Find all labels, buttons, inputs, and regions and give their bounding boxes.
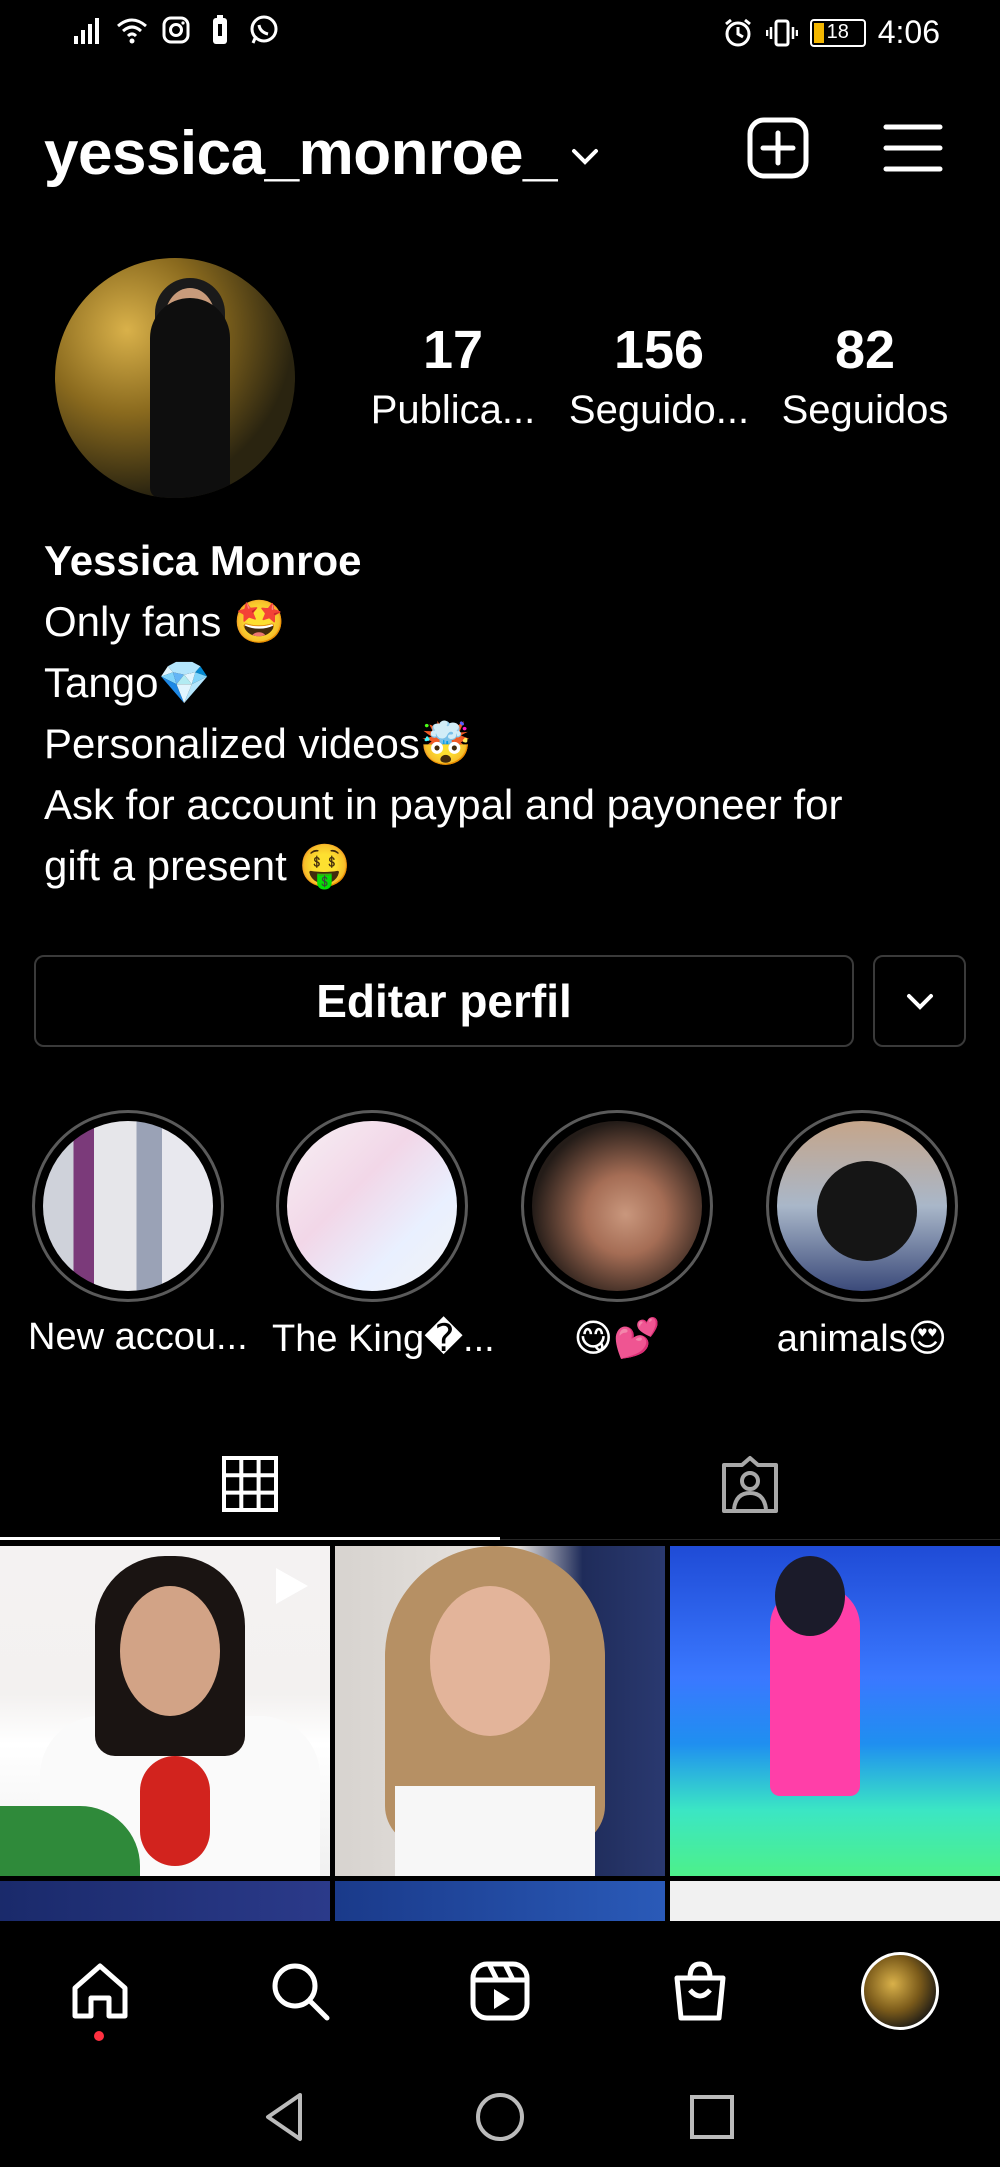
- post-thumbnail[interactable]: [670, 1881, 1000, 1921]
- hamburger-menu-icon[interactable]: [880, 115, 946, 181]
- post-thumbnail[interactable]: [335, 1881, 665, 1921]
- grid-icon: [222, 1455, 278, 1512]
- nav-search[interactable]: [260, 1951, 340, 2031]
- nav-shop[interactable]: [660, 1951, 740, 2031]
- story-highlight[interactable]: animals😍: [762, 1110, 962, 1361]
- tagged-person-icon: [722, 1456, 778, 1513]
- profile-tabs: [0, 1430, 1000, 1540]
- stat-posts[interactable]: 17 Publica...: [350, 318, 556, 438]
- shop-icon: [674, 1961, 726, 2021]
- back-icon[interactable]: [258, 2089, 314, 2145]
- reels-icon: [470, 1961, 530, 2021]
- bio-line: Ask for account in paypal and payoneer f…: [44, 781, 843, 828]
- followers-label: Seguido...: [568, 388, 750, 432]
- post-thumbnail[interactable]: [0, 1546, 330, 1876]
- highlight-label: The King�...: [272, 1318, 495, 1360]
- display-name: Yessica Monroe: [44, 537, 362, 584]
- posts-label: Publica...: [370, 388, 536, 432]
- search-icon: [272, 1963, 330, 2021]
- following-label: Seguidos: [781, 388, 949, 432]
- nav-reels[interactable]: [460, 1951, 540, 2031]
- vibrate-icon: [765, 19, 798, 46]
- story-highlight[interactable]: New accou...: [28, 1110, 248, 1359]
- home-circle-icon[interactable]: [472, 2089, 528, 2145]
- post-thumbnail[interactable]: [670, 1546, 1000, 1876]
- highlight-label: New accou...: [28, 1316, 248, 1358]
- chevron-down-icon: [906, 994, 933, 1010]
- tab-posts-grid[interactable]: [0, 1430, 500, 1540]
- status-icons-left: [72, 14, 280, 46]
- recent-apps-icon[interactable]: [684, 2089, 740, 2145]
- whatsapp-icon: [250, 15, 278, 44]
- post-thumbnail[interactable]: [335, 1546, 665, 1876]
- highlight-cover: [777, 1121, 947, 1291]
- highlight-label: animals😍: [776, 1318, 948, 1360]
- highlight-cover: [43, 1121, 213, 1291]
- nav-home[interactable]: [60, 1951, 140, 2031]
- tab-tagged[interactable]: [500, 1430, 1000, 1540]
- system-navigation-bar: [0, 2059, 1000, 2167]
- edit-profile-button[interactable]: Editar perfil: [34, 955, 854, 1047]
- profile-stats: 17 Publica... 156 Seguido... 82 Seguidos: [350, 318, 970, 438]
- create-post-button[interactable]: [745, 115, 811, 181]
- bio-line: gift a present 🤑: [44, 842, 351, 889]
- instagram-icon: [162, 16, 190, 44]
- post-thumbnail[interactable]: [0, 1881, 330, 1921]
- bottom-navigation: [0, 1921, 1000, 2059]
- profile-header: yessica_monroe_: [0, 100, 1000, 200]
- wifi-icon: [117, 18, 147, 44]
- signal-icon: [74, 18, 99, 44]
- stat-following[interactable]: 82 Seguidos: [762, 318, 968, 438]
- highlight-cover: [532, 1121, 702, 1291]
- highlight-cover: [287, 1121, 457, 1291]
- profile-avatar[interactable]: [55, 258, 295, 498]
- status-icons-right: 18 4:06: [722, 14, 940, 51]
- stat-followers[interactable]: 156 Seguido...: [556, 318, 762, 438]
- story-highlight[interactable]: 😋💕: [517, 1110, 717, 1361]
- status-bar: 18 4:06: [0, 0, 1000, 70]
- username-switcher[interactable]: yessica_monroe_: [44, 118, 557, 189]
- home-icon: [72, 1963, 128, 2019]
- bio-line: Personalized videos🤯: [44, 720, 473, 767]
- posts-count: 17: [422, 320, 484, 380]
- notification-dot: [94, 2031, 104, 2041]
- clock-time: 4:06: [877, 14, 940, 50]
- story-highlight[interactable]: The King�...: [272, 1110, 495, 1361]
- profile-bio: Yessica Monroe Only fans 🤩 Tango💎 Person…: [44, 530, 974, 896]
- followers-count: 156: [613, 320, 705, 380]
- alarm-icon: [724, 18, 751, 46]
- chevron-down-icon[interactable]: [570, 142, 600, 172]
- nav-profile[interactable]: [860, 1951, 940, 2031]
- bio-line: Tango💎: [44, 659, 211, 706]
- highlight-label: 😋💕: [573, 1318, 661, 1360]
- profile-avatar-small: [861, 1952, 939, 2030]
- reel-play-icon: [276, 1568, 308, 1604]
- battery-icon: 18: [809, 18, 866, 47]
- suggestions-toggle-button[interactable]: [873, 955, 966, 1047]
- following-count: 82: [834, 320, 896, 380]
- bio-line: Only fans 🤩: [44, 598, 286, 645]
- battery-saver-icon: [213, 15, 227, 44]
